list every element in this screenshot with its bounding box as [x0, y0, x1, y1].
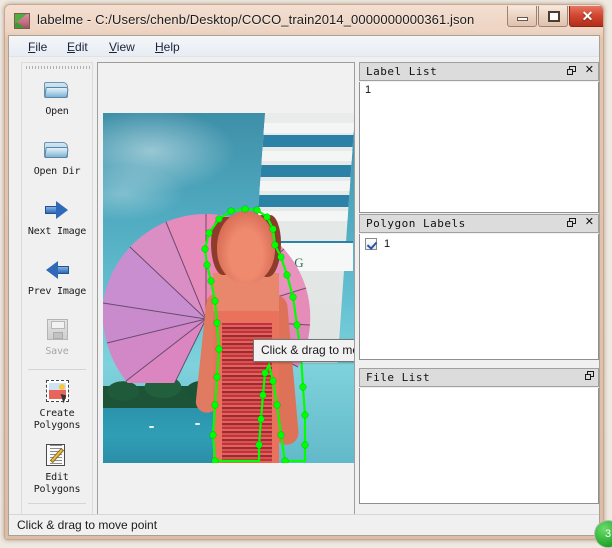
menu-bar: File Edit View Help [9, 36, 599, 57]
create-polygon-icon [41, 377, 73, 407]
menu-file[interactable]: File [23, 39, 52, 55]
arrow-right-icon [41, 195, 73, 225]
toolbar-create-polygons-label-1: Create [39, 408, 75, 419]
status-bar: Click & drag to move point [9, 514, 599, 535]
left-toolbar: Open Open Dir Next Image Prev Image Save… [21, 62, 93, 528]
dock-label-list-title: Label List [366, 65, 438, 78]
list-item[interactable]: 1 [360, 234, 598, 251]
dock-file-list: File List [359, 368, 599, 504]
toolbar-save-label: Save [45, 346, 69, 357]
minimize-icon [517, 17, 528, 21]
polygon-label-item-text: 1 [384, 238, 391, 250]
labelme-app-icon [14, 13, 30, 29]
dock-file-list-body[interactable] [359, 388, 599, 504]
toolbar-next-image-button[interactable]: Next Image [23, 195, 91, 238]
toolbar-open-dir-button[interactable]: Open Dir [23, 135, 91, 178]
arrow-left-icon [41, 255, 73, 285]
label-list-item-text: 1 [365, 84, 372, 96]
dock-label-list: Label List ✕ 1 [359, 62, 599, 213]
folder-icon [41, 75, 73, 105]
list-item[interactable]: 1 [360, 82, 598, 97]
menu-help[interactable]: Help [150, 39, 185, 55]
canvas-tooltip: Click & drag to move shape '1' [253, 339, 354, 362]
dock-polygon-labels: Polygon Labels ✕ 1 [359, 214, 599, 360]
image-canvas[interactable]: E G [97, 62, 355, 528]
dock-label-list-float-icon[interactable] [566, 65, 576, 75]
subject-person [194, 211, 303, 463]
toolbar-drag-handle[interactable] [26, 65, 90, 70]
toolbar-create-polygons-button[interactable]: Create Polygons [23, 377, 91, 432]
toolbar-edit-polygons-label-2: Polygons [33, 484, 81, 495]
edit-polygon-icon [41, 441, 73, 471]
restore-icon [548, 11, 560, 22]
close-button[interactable]: ✕ [569, 6, 603, 27]
maximize-button[interactable] [538, 6, 568, 27]
folder-icon [41, 135, 73, 165]
toolbar-save-button: Save [23, 315, 91, 358]
toolbar-create-polygons-label-2: Polygons [33, 420, 81, 431]
status-message: Click & drag to move point [17, 518, 158, 532]
polygon-label-checkbox[interactable] [365, 238, 377, 250]
menu-view[interactable]: View [104, 39, 140, 55]
toolbar-open-label: Open [45, 106, 69, 117]
dock-label-list-header[interactable]: Label List ✕ [359, 62, 599, 81]
dock-polygon-labels-body[interactable]: 1 [359, 234, 599, 360]
toolbar-open-dir-label: Open Dir [33, 166, 81, 177]
window-title-bar[interactable]: labelme - C:/Users/chenb/Desktop/COCO_tr… [5, 5, 603, 37]
dock-polygon-labels-close-icon[interactable]: ✕ [585, 216, 594, 227]
toolbar-next-image-label: Next Image [27, 226, 87, 237]
toolbar-prev-image-label: Prev Image [27, 286, 87, 297]
dock-file-list-float-icon[interactable] [585, 371, 594, 380]
toolbar-open-button[interactable]: Open [23, 75, 91, 118]
toolbar-edit-polygons-button[interactable]: Edit Polygons [23, 441, 91, 496]
dock-polygon-labels-title: Polygon Labels [366, 217, 466, 230]
head [217, 211, 275, 283]
dock-label-list-close-icon[interactable]: ✕ [585, 64, 594, 75]
floppy-disk-icon [41, 315, 73, 345]
annotated-photo: E G [103, 113, 354, 463]
dock-polygon-labels-float-icon[interactable] [566, 217, 576, 227]
window-title: labelme - C:/Users/chenb/Desktop/COCO_tr… [37, 12, 475, 27]
toolbar-prev-image-button[interactable]: Prev Image [23, 255, 91, 298]
toolbar-edit-polygons-label-1: Edit [45, 472, 69, 483]
minimize-button[interactable] [507, 6, 537, 27]
dock-polygon-labels-header[interactable]: Polygon Labels ✕ [359, 214, 599, 233]
dock-label-list-body[interactable]: 1 [359, 82, 599, 213]
window-client-area: File Edit View Help Open Open Dir Next I… [8, 35, 600, 536]
labelme-main-window: labelme - C:/Users/chenb/Desktop/COCO_tr… [4, 4, 604, 540]
menu-edit[interactable]: Edit [62, 39, 93, 55]
close-icon: ✕ [581, 8, 594, 24]
dock-file-list-header[interactable]: File List [359, 368, 599, 387]
dock-file-list-title: File List [366, 371, 431, 384]
